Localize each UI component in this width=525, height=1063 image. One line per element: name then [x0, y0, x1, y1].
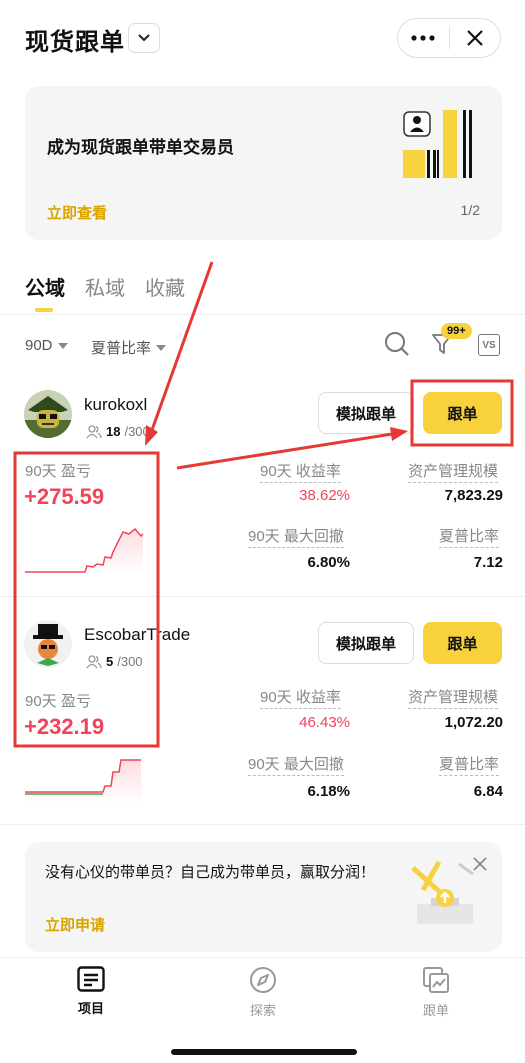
- follower-count: 5/300: [86, 654, 143, 669]
- card-divider: [0, 824, 525, 825]
- nav-label-explore: 探索: [249, 1003, 276, 1018]
- simulate-copy-button[interactable]: 模拟跟单: [318, 392, 414, 434]
- copy-chart-icon: [423, 967, 449, 993]
- copy-trade-button[interactable]: 跟单: [423, 392, 502, 434]
- filter-count-badge: 99+: [441, 323, 472, 339]
- period-filter[interactable]: 90D: [25, 337, 68, 354]
- list-icon: [77, 966, 105, 992]
- users-icon: [86, 654, 102, 668]
- avatar: [24, 390, 72, 438]
- aum-value: 7,823.29: [444, 487, 503, 504]
- roi-label[interactable]: 90天 收益率: [260, 686, 341, 709]
- pnl-label: 90天 盈亏: [25, 463, 91, 480]
- tabs-divider: [0, 314, 525, 315]
- roi-value: 46.43%: [299, 714, 350, 731]
- avatar: [24, 620, 72, 668]
- roi-value: 38.62%: [299, 487, 350, 504]
- caret-down-icon: [156, 344, 167, 351]
- sharpe-label[interactable]: 夏普比率: [439, 753, 500, 776]
- pnl-label: 90天 盈亏: [25, 693, 91, 710]
- card-divider: [0, 596, 525, 597]
- follower-capacity: /300: [124, 424, 150, 439]
- nav-label-copy-trading: 跟单: [422, 1003, 449, 1018]
- close-icon: [466, 30, 483, 46]
- become-lead-trader-promo[interactable]: 没有心仪的带单员？自己成为带单员，赢取分润！ 立即申请: [25, 842, 502, 952]
- trader-illustration-icon: [403, 110, 472, 178]
- compass-icon: [250, 967, 276, 993]
- pnl-sparkline: [25, 527, 144, 574]
- promo-text: 没有心仪的带单员？自己成为带单员，赢取分润！: [45, 864, 376, 881]
- banner-title: 成为现货跟单带单交易员: [47, 138, 234, 157]
- aum-value: 1,072.20: [444, 714, 503, 731]
- close-button[interactable]: [449, 19, 500, 57]
- header: 现货跟单: [0, 0, 525, 78]
- tab-public[interactable]: 公域: [25, 272, 65, 312]
- tab-private[interactable]: 私域: [85, 272, 125, 312]
- follower-current: 5: [106, 654, 114, 669]
- sort-filter[interactable]: 夏普比率: [91, 337, 167, 358]
- compare-vs-icon[interactable]: VS: [478, 334, 500, 356]
- page-title: 现货跟单: [25, 29, 125, 56]
- title-dropdown-button[interactable]: [128, 23, 160, 53]
- promo-apply-link[interactable]: 立即申请: [45, 914, 105, 935]
- avatar-image: [24, 390, 72, 438]
- period-filter-label: 90D: [25, 337, 53, 354]
- more-button[interactable]: [398, 19, 449, 57]
- scissors-gift-icon: [411, 860, 474, 924]
- search-icon[interactable]: [384, 331, 410, 357]
- trader-name[interactable]: EscobarTrade: [84, 625, 190, 645]
- mini-program-capsule: [397, 18, 501, 58]
- drawdown-label[interactable]: 90天 最大回撤: [248, 525, 344, 548]
- pnl-value: +275.59: [24, 484, 105, 509]
- follower-current: 18: [106, 424, 121, 439]
- nav-item-explore[interactable]: 探索: [223, 966, 303, 1019]
- sharpe-value: 6.84: [473, 783, 503, 800]
- pnl-value: +232.19: [24, 714, 105, 739]
- users-icon: [86, 424, 102, 438]
- trader-tabs: 公域 私域 收藏: [25, 272, 185, 312]
- trader-name[interactable]: kurokoxl: [84, 395, 147, 415]
- trader-card[interactable]: EscobarTrade 5/300 模拟跟单 跟单 90天 盈亏 +232.1…: [0, 620, 525, 848]
- banner-page-indicator: 1/2: [460, 202, 480, 218]
- aum-label[interactable]: 资产管理规模: [408, 460, 499, 483]
- avatar-image: [24, 620, 72, 668]
- nav-item-projects[interactable]: 项目: [51, 966, 131, 1017]
- sort-filter-label: 夏普比率: [91, 340, 152, 357]
- simulate-copy-button[interactable]: 模拟跟单: [318, 622, 414, 664]
- roi-label[interactable]: 90天 收益率: [260, 460, 341, 483]
- banner-view-link[interactable]: 立即查看: [47, 202, 107, 223]
- pnl-sparkline: [25, 759, 141, 804]
- chevron-down-icon: [138, 34, 150, 42]
- drawdown-label[interactable]: 90天 最大回撤: [248, 753, 344, 776]
- more-icon: [411, 35, 435, 41]
- caret-down-icon: [57, 342, 68, 349]
- nav-label-projects: 项目: [77, 1001, 104, 1016]
- aum-label[interactable]: 资产管理规模: [408, 686, 499, 709]
- bottom-nav: 项目 探索 跟单: [0, 957, 525, 1063]
- lead-trader-banner[interactable]: 成为现货跟单带单交易员 立即查看 1/2: [25, 86, 502, 240]
- follower-capacity: /300: [117, 654, 143, 669]
- drawdown-value: 6.80%: [307, 554, 350, 571]
- trader-card[interactable]: kurokoxl 18/300 模拟跟单 跟单 90天 盈亏 +275.59 9…: [0, 390, 525, 618]
- tab-favorites[interactable]: 收藏: [145, 272, 185, 312]
- nav-item-copy-trading[interactable]: 跟单: [396, 966, 476, 1019]
- sharpe-label[interactable]: 夏普比率: [439, 525, 500, 548]
- follower-count: 18/300: [86, 424, 150, 439]
- sharpe-value: 7.12: [473, 554, 503, 571]
- drawdown-value: 6.18%: [307, 783, 350, 800]
- copy-trade-button[interactable]: 跟单: [423, 622, 502, 664]
- home-indicator: [171, 1049, 357, 1055]
